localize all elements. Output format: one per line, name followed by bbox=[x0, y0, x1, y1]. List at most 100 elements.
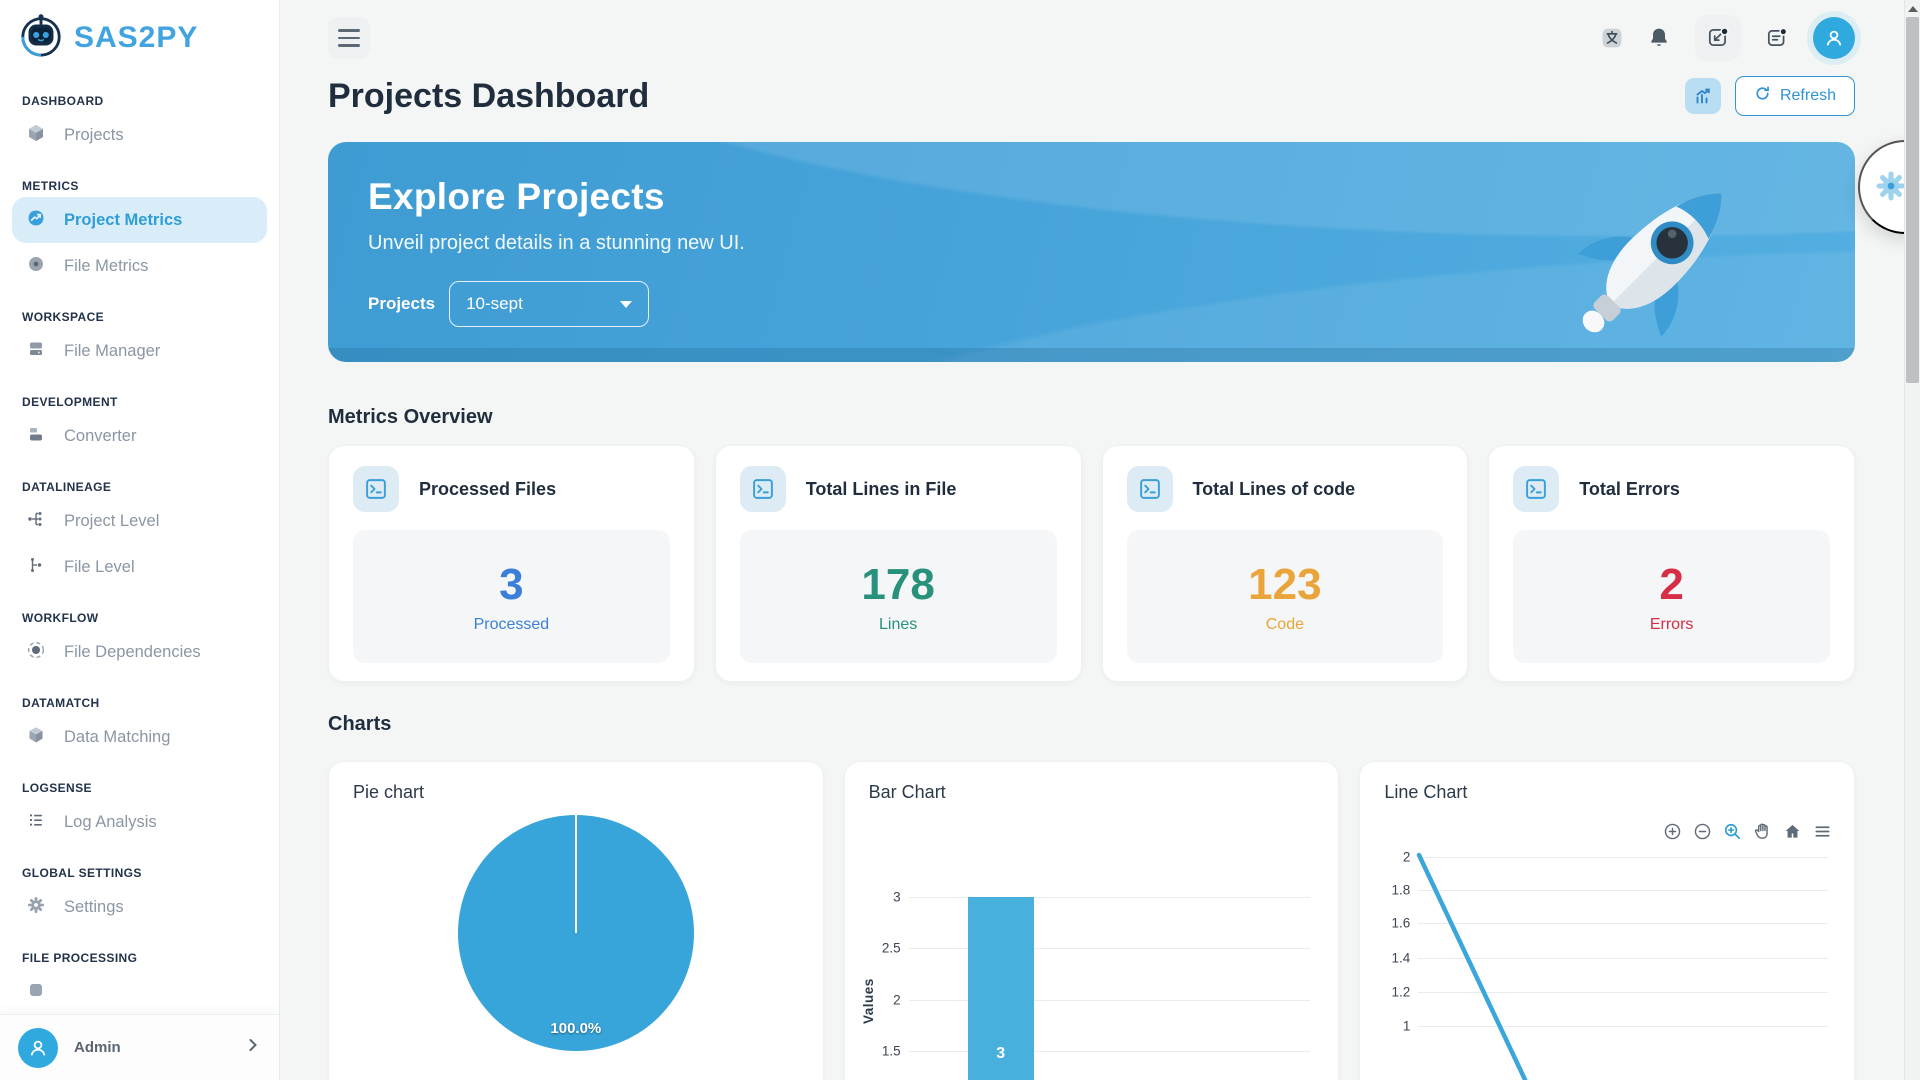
sidebar-user-footer[interactable]: Admin bbox=[0, 1014, 279, 1080]
sidebar-item-projects[interactable]: Projects bbox=[12, 112, 267, 158]
section-title-datamatch: DATAMATCH bbox=[22, 696, 257, 710]
project-select-dropdown[interactable]: 10-sept bbox=[449, 281, 649, 327]
y-tick: 1.5 bbox=[851, 1044, 901, 1059]
metric-card-total-errors: Total Errors 2 Errors bbox=[1488, 445, 1855, 682]
sidebar-item-label: Project Metrics bbox=[64, 211, 182, 230]
sidebar-item-project-level[interactable]: Project Level bbox=[12, 498, 267, 544]
gear-icon bbox=[1874, 169, 1908, 206]
line-chart-card: Line Chart 2 1.8 bbox=[1359, 761, 1855, 1080]
metric-card-processed-files: Processed Files 3 Processed bbox=[328, 445, 695, 682]
sidebar-item-clipped[interactable] bbox=[12, 969, 267, 1015]
refresh-button[interactable]: Refresh bbox=[1735, 76, 1855, 116]
project-level-icon bbox=[26, 509, 46, 534]
scrollbar-thumb[interactable] bbox=[1906, 17, 1919, 383]
pie-slice-label: 100.0% bbox=[458, 1020, 694, 1037]
user-name: Admin bbox=[74, 1039, 229, 1056]
y-tick: 2.5 bbox=[851, 941, 901, 956]
main-area: Projects Dashboard Refresh Explore Proje… bbox=[280, 0, 1920, 1080]
metric-title: Total Lines in File bbox=[806, 479, 957, 500]
charts-heading: Charts bbox=[328, 713, 1855, 736]
section-title-dashboard: DASHBOARD bbox=[22, 94, 257, 108]
metric-title: Processed Files bbox=[419, 479, 556, 500]
bar-y-axis-label: Values bbox=[861, 978, 876, 1024]
cube-icon bbox=[26, 123, 46, 148]
line-chart[interactable]: 2 1.8 1.6 1.4 1.2 1 bbox=[1360, 762, 1854, 1080]
sidebar-item-log-analysis[interactable]: Log Analysis bbox=[12, 799, 267, 845]
line-series bbox=[1360, 762, 1855, 1080]
data-matching-icon bbox=[26, 725, 46, 750]
translate-icon[interactable] bbox=[1601, 27, 1623, 49]
file-manager-icon bbox=[26, 339, 46, 364]
profile-avatar-button[interactable] bbox=[1813, 17, 1855, 59]
page-scrollbar[interactable] bbox=[1904, 0, 1920, 1080]
topbar bbox=[328, 0, 1855, 62]
pie-chart-card: Pie chart 100.0% bbox=[328, 761, 824, 1080]
settings-gear-icon bbox=[26, 895, 46, 920]
terminal-icon bbox=[740, 466, 786, 512]
scroll-up-arrow[interactable] bbox=[1908, 6, 1918, 12]
section-title-development: DEVELOPMENT bbox=[22, 395, 257, 409]
brand-name: SAS2PY bbox=[74, 21, 198, 55]
chevron-right-icon[interactable] bbox=[245, 1037, 261, 1058]
chart-cards: Pie chart 100.0% Bar Chart 3 2.5 bbox=[328, 761, 1855, 1080]
metric-value: 2 bbox=[1659, 560, 1683, 610]
sidebar-item-label: File Metrics bbox=[64, 257, 148, 276]
sidebar-item-label: Projects bbox=[64, 126, 124, 145]
chart-toggle-button[interactable] bbox=[1685, 78, 1721, 114]
sidebar-item-label: File Dependencies bbox=[64, 643, 201, 662]
sidebar-item-label: File Manager bbox=[64, 342, 160, 361]
refresh-label: Refresh bbox=[1780, 87, 1836, 105]
sidebar-item-file-metrics[interactable]: File Metrics bbox=[12, 243, 267, 289]
brand-logo[interactable]: SAS2PY bbox=[0, 0, 279, 67]
app-window: SAS2PY DASHBOARD Projects METRICS Projec… bbox=[0, 0, 1920, 1080]
section-title-logsense: LOGSENSE bbox=[22, 781, 257, 795]
sidebar-item-label: Data Matching bbox=[64, 728, 170, 747]
hamburger-menu-button[interactable] bbox=[328, 17, 370, 59]
metrics-overview-heading: Metrics Overview bbox=[328, 406, 1855, 429]
sidebar-item-label: Project Level bbox=[64, 512, 159, 531]
metric-title: Total Lines of code bbox=[1193, 479, 1356, 500]
pie-chart-title: Pie chart bbox=[353, 782, 799, 803]
sidebar-item-file-manager[interactable]: File Manager bbox=[12, 328, 267, 374]
sidebar-item-label: Converter bbox=[64, 427, 136, 446]
metric-value: 3 bbox=[499, 560, 523, 610]
metric-cards: Processed Files 3 Processed Total Lines … bbox=[328, 445, 1855, 682]
sidebar: SAS2PY DASHBOARD Projects METRICS Projec… bbox=[0, 0, 280, 1080]
sidebar-item-file-level[interactable]: File Level bbox=[12, 544, 267, 590]
section-title-file-processing: FILE PROCESSING bbox=[22, 951, 257, 965]
sidebar-item-label: Log Analysis bbox=[64, 813, 157, 832]
user-avatar bbox=[18, 1028, 58, 1068]
pie-slice-divider bbox=[575, 815, 577, 933]
bar-data-label: 3 bbox=[968, 1045, 1034, 1063]
section-title-datalineage: DATALINEAGE bbox=[22, 480, 257, 494]
sidebar-item-converter[interactable]: Converter bbox=[12, 413, 267, 459]
refresh-icon bbox=[1754, 85, 1771, 107]
file-level-icon bbox=[26, 555, 46, 580]
notes-icon[interactable] bbox=[1765, 26, 1789, 50]
bell-icon[interactable] bbox=[1647, 26, 1671, 50]
bar-chart[interactable]: 3 2.5 2 1.5 3 Values bbox=[845, 762, 1339, 1080]
sidebar-item-settings[interactable]: Settings bbox=[12, 884, 267, 930]
sidebar-item-file-dependencies[interactable]: File Dependencies bbox=[12, 629, 267, 675]
selected-project: 10-sept bbox=[466, 294, 523, 314]
pie-chart[interactable]: 100.0% bbox=[458, 815, 694, 1051]
metric-title: Total Errors bbox=[1579, 479, 1680, 500]
section-title-workflow: WORKFLOW bbox=[22, 611, 257, 625]
sidebar-item-data-matching[interactable]: Data Matching bbox=[12, 714, 267, 760]
section-title-global-settings: GLOBAL SETTINGS bbox=[22, 866, 257, 880]
clipped-icon bbox=[26, 980, 46, 1005]
section-title-metrics: METRICS bbox=[22, 179, 257, 193]
sidebar-item-label: Settings bbox=[64, 898, 124, 917]
collapse-icon[interactable] bbox=[1695, 15, 1741, 61]
metric-label: Processed bbox=[474, 616, 550, 634]
sidebar-item-project-metrics[interactable]: Project Metrics bbox=[12, 197, 267, 243]
projects-label: Projects bbox=[368, 294, 435, 314]
explore-projects-banner: Explore Projects Unveil project details … bbox=[328, 142, 1855, 362]
metric-card-total-lines-in-file: Total Lines in File 178 Lines bbox=[715, 445, 1082, 682]
section-title-workspace: WORKSPACE bbox=[22, 310, 257, 324]
metric-label: Lines bbox=[879, 616, 917, 634]
metric-card-total-lines-of-code: Total Lines of code 123 Code bbox=[1102, 445, 1469, 682]
converter-icon bbox=[26, 424, 46, 449]
terminal-icon bbox=[1513, 466, 1559, 512]
y-tick: 3 bbox=[851, 890, 901, 905]
